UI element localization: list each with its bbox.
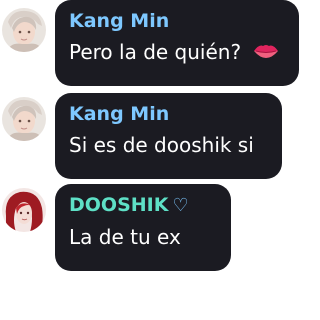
message-text: La de tu ex xyxy=(69,225,181,249)
avatar[interactable] xyxy=(2,8,46,52)
message-text-content: Pero la de quién? xyxy=(69,40,242,64)
message-bubble: Kang Min Si es de dooshik si xyxy=(55,93,282,179)
chat-message: Kang Min Si es de dooshik si xyxy=(0,93,301,179)
avatar[interactable] xyxy=(2,97,46,141)
sender-name: Kang Min xyxy=(69,103,170,125)
heart-icon: ♡ xyxy=(172,195,189,216)
chat-thread: Kang Min Pero la de quién? Kang Min Si e… xyxy=(0,0,301,320)
message-text: Pero la de quién? xyxy=(69,40,285,64)
sender-name: Kang Min xyxy=(69,10,170,32)
message-bubble: Kang Min Pero la de quién? xyxy=(55,0,299,86)
chat-message: DOOSHIK ♡ La de tu ex xyxy=(0,184,301,272)
lips-icon xyxy=(253,40,279,64)
sender-name-row: DOOSHIK ♡ xyxy=(69,194,217,217)
sender-name: DOOSHIK xyxy=(69,194,169,216)
chat-message: Kang Min Pero la de quién? xyxy=(0,0,301,90)
avatar[interactable] xyxy=(2,188,46,232)
message-text: Si es de dooshik si xyxy=(69,133,254,157)
message-bubble: DOOSHIK ♡ La de tu ex xyxy=(55,184,231,271)
